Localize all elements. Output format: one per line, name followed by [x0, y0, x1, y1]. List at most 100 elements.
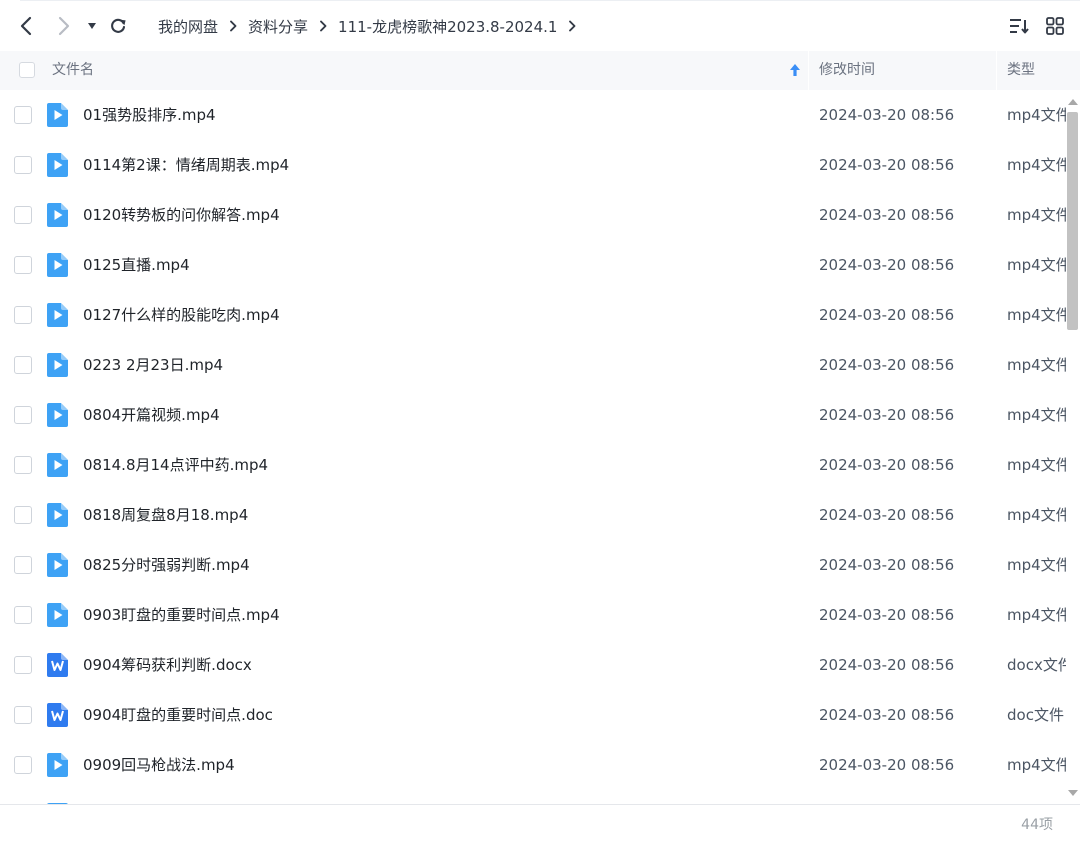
breadcrumb-separator-icon	[568, 20, 576, 32]
column-header-type[interactable]: 类型	[1007, 51, 1035, 90]
scroll-up-arrow-icon[interactable]	[1066, 95, 1080, 109]
row-checkbox[interactable]	[14, 406, 32, 424]
file-modified-time: 2024-03-20 08:56	[819, 406, 955, 424]
column-header-time[interactable]: 修改时间	[819, 51, 875, 90]
file-row[interactable]: 0814.8月14点评中药.mp4 2024-03-20 08:56 mp4文件	[0, 440, 1066, 490]
video-file-icon	[47, 553, 68, 577]
row-checkbox[interactable]	[14, 156, 32, 174]
row-checkbox[interactable]	[14, 506, 32, 524]
file-name[interactable]: 0825分时强弱判断.mp4	[83, 540, 250, 590]
file-list-header: 文件名 修改时间 类型	[0, 51, 1080, 90]
file-row[interactable]: 0903盯盘的重要时间点.mp4 2024-03-20 08:56 mp4文件	[0, 590, 1066, 640]
breadcrumb: 我的网盘 资料分享 111-龙虎榜歌神2023.8-2024.1	[158, 1, 587, 51]
file-modified-time: 2024-03-20 08:56	[819, 656, 955, 674]
file-row[interactable]: 0909回马枪战法.mp4 2024-03-20 08:56 mp4文件	[0, 740, 1066, 790]
breadcrumb-item-root[interactable]: 我的网盘	[158, 16, 218, 37]
file-row[interactable]: 0904筹码获利判断.docx 2024-03-20 08:56 docx文件	[0, 640, 1066, 690]
file-row[interactable]: 0114第2课：情绪周期表.mp4 2024-03-20 08:56 mp4文件	[0, 140, 1066, 190]
video-file-icon	[47, 503, 68, 527]
file-row[interactable]: 0804开篇视频.mp4 2024-03-20 08:56 mp4文件	[0, 390, 1066, 440]
row-checkbox[interactable]	[14, 206, 32, 224]
video-file-icon	[47, 203, 68, 227]
sort-list-icon	[1010, 19, 1029, 34]
column-header-name[interactable]: 文件名	[52, 51, 94, 90]
row-checkbox[interactable]	[14, 356, 32, 374]
row-checkbox[interactable]	[14, 256, 32, 274]
file-type: mp4文件	[1007, 506, 1066, 524]
scroll-down-arrow-icon[interactable]	[1066, 786, 1080, 800]
file-modified-time: 2024-03-20 08:56	[819, 256, 955, 274]
file-row[interactable]: 0904盯盘的重要时间点.doc 2024-03-20 08:56 doc文件	[0, 690, 1066, 740]
grid-view-button[interactable]	[1043, 14, 1067, 38]
select-all-checkbox[interactable]	[19, 62, 35, 78]
file-list: 01强势股排序.mp4 2024-03-20 08:56 mp4文件 0114第2课：…	[0, 90, 1066, 804]
forward-button[interactable]	[52, 14, 76, 38]
file-row[interactable]: 0825分时强弱判断.mp4 2024-03-20 08:56 mp4文件	[0, 540, 1066, 590]
file-row[interactable]: 0818周复盘8月18.mp4 2024-03-20 08:56 mp4文件	[0, 490, 1066, 540]
file-modified-time: 2024-03-20 08:56	[819, 506, 955, 524]
file-name[interactable]: 0904盯盘的重要时间点.doc	[83, 690, 273, 740]
file-row[interactable]: 0127什么样的股能吃肉.mp4 2024-03-20 08:56 mp4文件	[0, 290, 1066, 340]
row-checkbox[interactable]	[14, 756, 32, 774]
file-row-partial[interactable]	[0, 790, 1066, 804]
sort-ascending-icon[interactable]	[789, 63, 801, 81]
row-checkbox[interactable]	[14, 606, 32, 624]
file-name[interactable]: 0114第2课：情绪周期表.mp4	[83, 140, 289, 190]
file-name[interactable]: 0814.8月14点评中药.mp4	[83, 440, 268, 490]
word-file-icon	[47, 653, 68, 677]
file-name[interactable]: 0120转势板的问你解答.mp4	[83, 190, 280, 240]
file-type: mp4文件	[1007, 206, 1066, 224]
history-dropdown-button[interactable]	[81, 14, 103, 38]
grid-view-icon	[1046, 17, 1064, 35]
file-row[interactable]: 0223 2月23日.mp4 2024-03-20 08:56 mp4文件	[0, 340, 1066, 390]
breadcrumb-item-share[interactable]: 资料分享	[248, 16, 308, 37]
sort-button[interactable]	[1007, 14, 1031, 38]
row-checkbox[interactable]	[14, 456, 32, 474]
file-name[interactable]: 0818周复盘8月18.mp4	[83, 490, 248, 540]
row-checkbox[interactable]	[14, 706, 32, 724]
breadcrumb-item-current[interactable]: 111-龙虎榜歌神2023.8-2024.1	[338, 16, 557, 37]
row-checkbox[interactable]	[14, 656, 32, 674]
video-file-icon	[47, 103, 68, 127]
file-name[interactable]: 0909回马枪战法.mp4	[83, 740, 235, 790]
file-type: mp4文件	[1007, 606, 1066, 624]
file-name[interactable]: 0127什么样的股能吃肉.mp4	[83, 290, 280, 340]
file-type: mp4文件	[1007, 306, 1066, 324]
row-checkbox[interactable]	[14, 106, 32, 124]
row-checkbox[interactable]	[14, 556, 32, 574]
file-modified-time: 2024-03-20 08:56	[819, 156, 955, 174]
file-name[interactable]: 0903盯盘的重要时间点.mp4	[83, 590, 280, 640]
file-name[interactable]: 0804开篇视频.mp4	[83, 390, 220, 440]
video-file-icon	[47, 353, 68, 377]
breadcrumb-separator-icon	[319, 20, 327, 32]
video-file-icon	[47, 603, 68, 627]
file-type: mp4文件	[1007, 556, 1066, 574]
file-type: mp4文件	[1007, 156, 1066, 174]
video-file-icon	[47, 403, 68, 427]
file-name[interactable]: 01强势股排序.mp4	[83, 90, 216, 140]
file-name[interactable]: 0904筹码获利判断.docx	[83, 640, 252, 690]
column-divider	[808, 51, 809, 90]
file-modified-time: 2024-03-20 08:56	[819, 756, 955, 774]
file-modified-time: 2024-03-20 08:56	[819, 206, 955, 224]
file-type: mp4文件	[1007, 456, 1066, 474]
file-name[interactable]: 0125直播.mp4	[83, 240, 190, 290]
chevron-right-icon	[58, 16, 70, 36]
file-row[interactable]: 0120转势板的问你解答.mp4 2024-03-20 08:56 mp4文件	[0, 190, 1066, 240]
file-type: mp4文件	[1007, 256, 1066, 274]
file-row[interactable]: 0125直播.mp4 2024-03-20 08:56 mp4文件	[0, 240, 1066, 290]
chevron-left-icon	[20, 16, 32, 36]
video-file-icon	[47, 303, 68, 327]
file-modified-time: 2024-03-20 08:56	[819, 356, 955, 374]
back-button[interactable]	[14, 14, 38, 38]
video-file-icon	[47, 253, 68, 277]
scrollbar-thumb[interactable]	[1067, 112, 1078, 330]
refresh-button[interactable]	[106, 14, 130, 38]
item-count: 44项	[1021, 817, 1053, 833]
file-row[interactable]: 01强势股排序.mp4 2024-03-20 08:56 mp4文件	[0, 90, 1066, 140]
file-name[interactable]: 0223 2月23日.mp4	[83, 340, 223, 390]
file-modified-time: 2024-03-20 08:56	[819, 106, 955, 124]
video-file-icon	[47, 453, 68, 477]
row-checkbox[interactable]	[14, 306, 32, 324]
file-modified-time: 2024-03-20 08:56	[819, 556, 955, 574]
